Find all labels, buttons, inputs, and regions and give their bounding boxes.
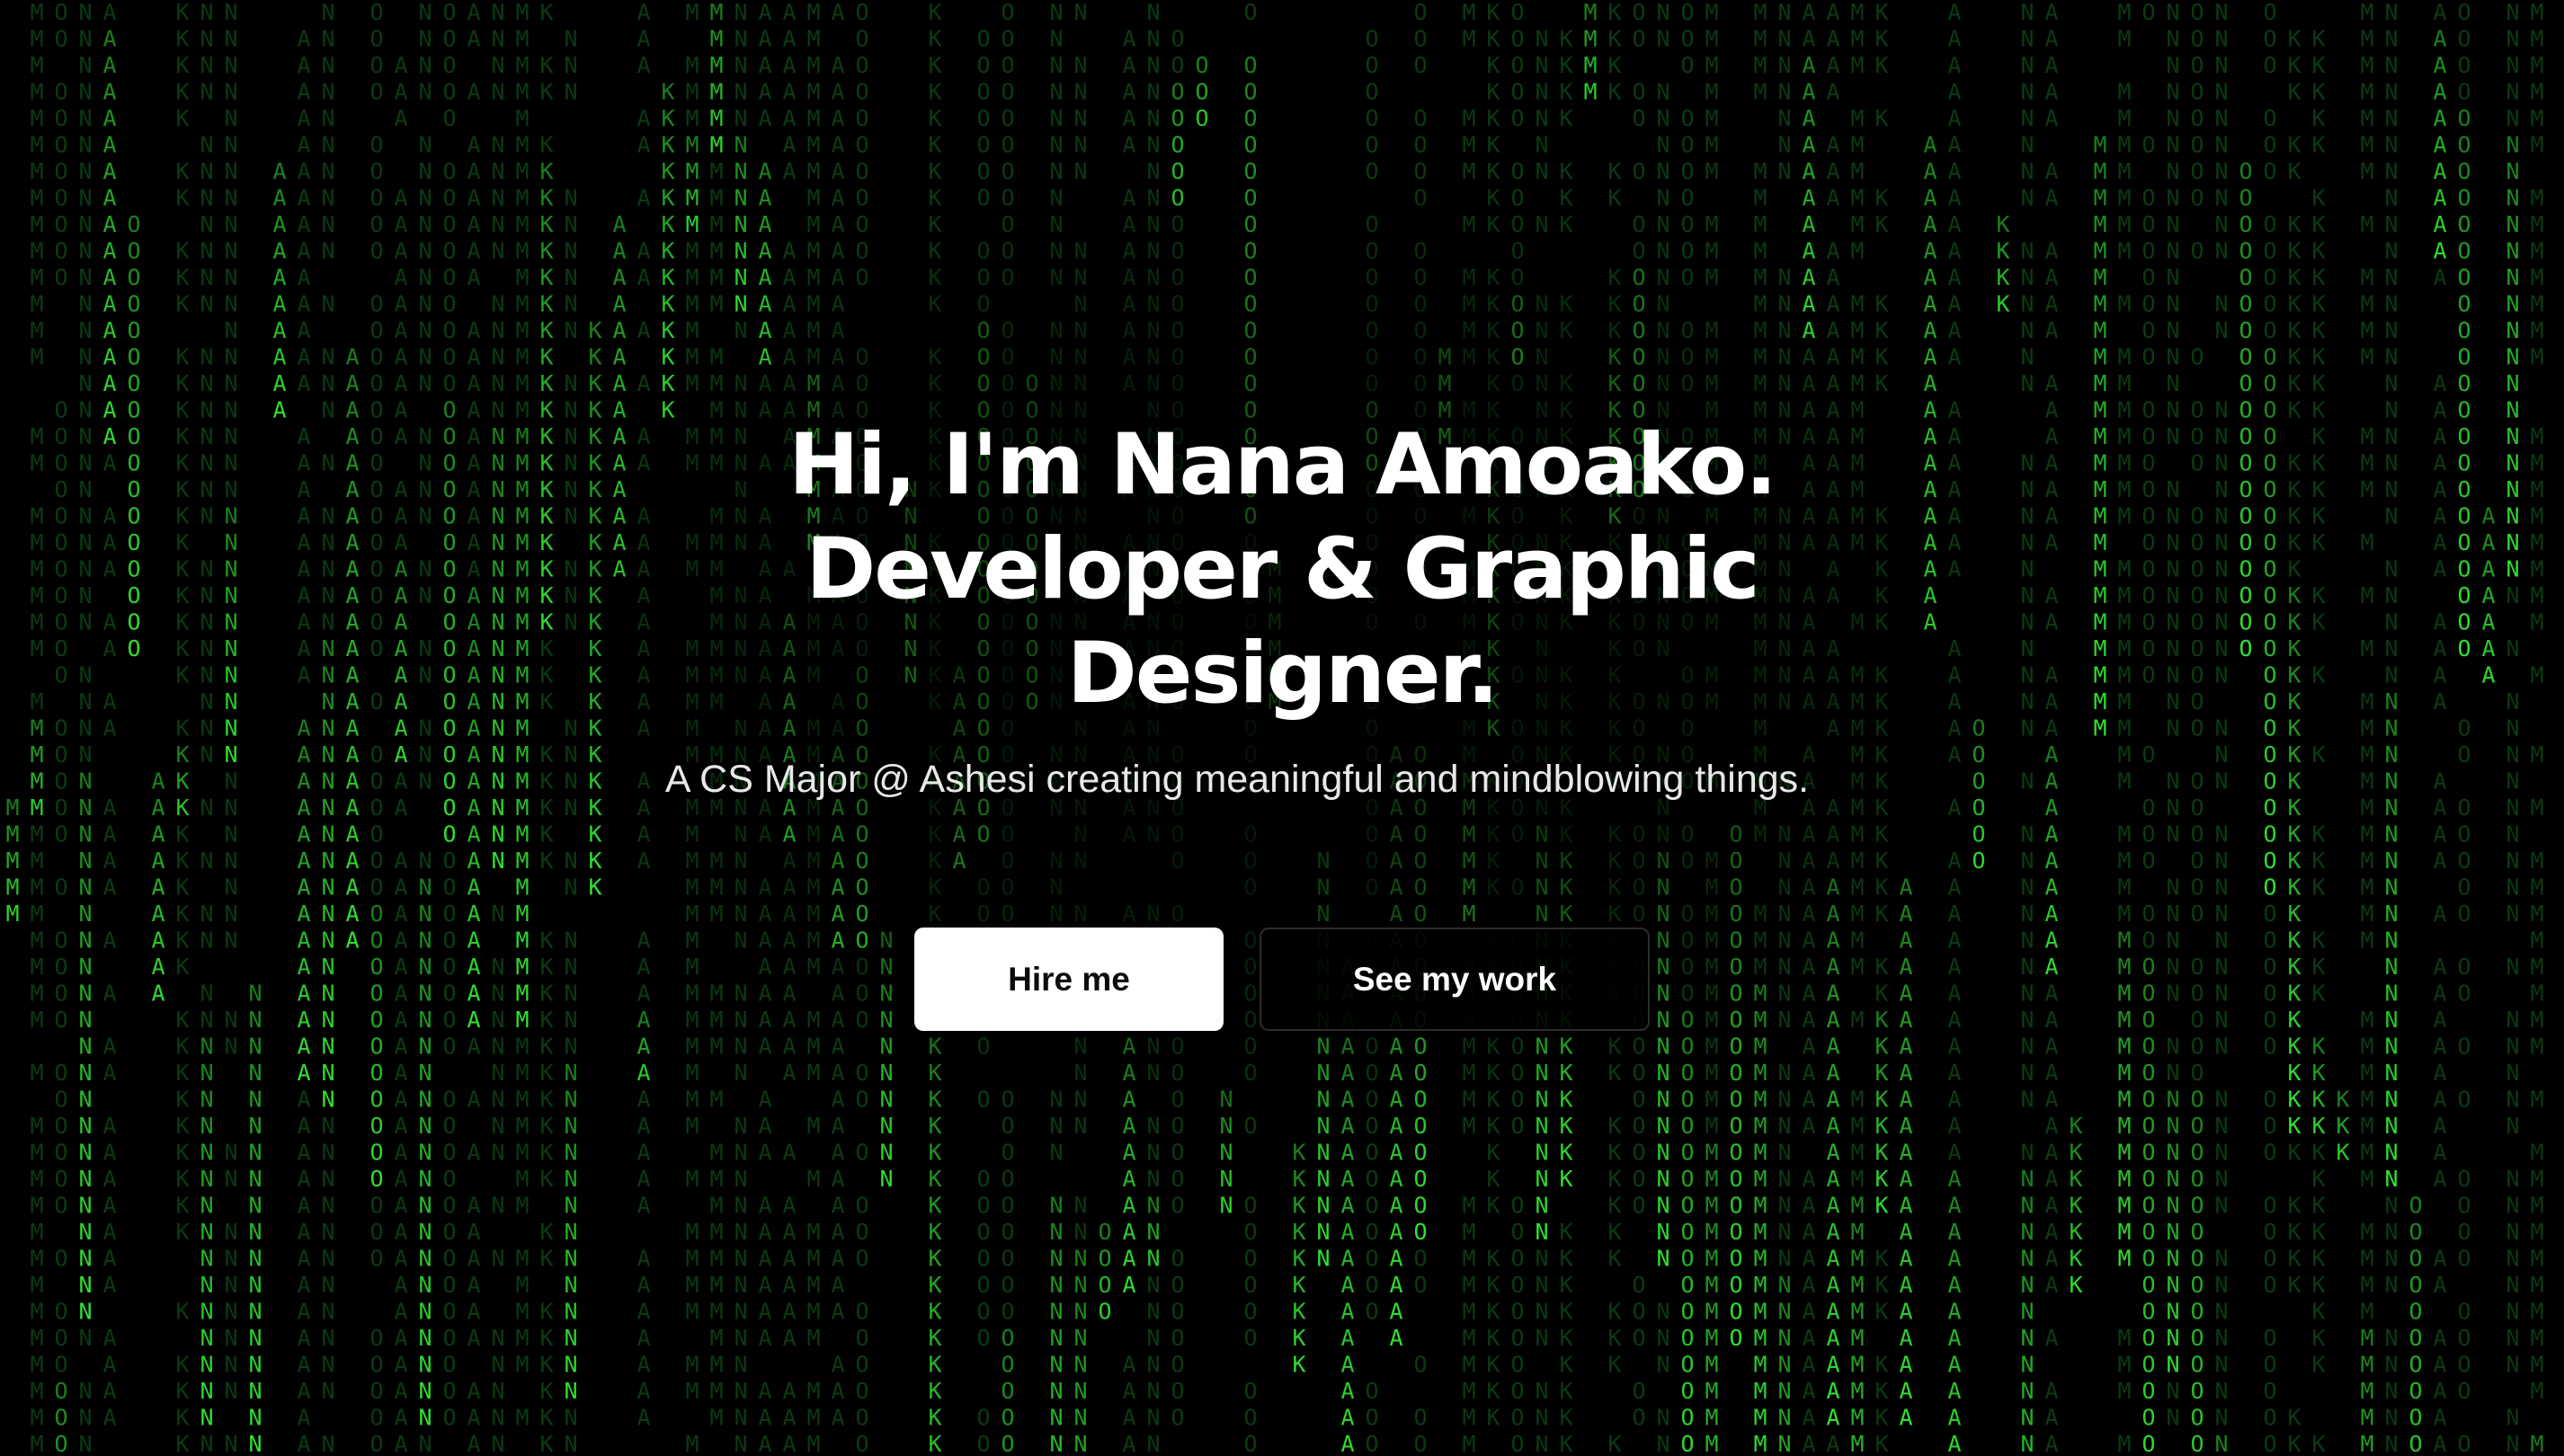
hero-subtitle: A CS Major @ Ashesi creating meaningful …: [664, 758, 1810, 801]
hero-headline: Hi, I'm Nana Amoako. Developer & Graphic…: [563, 413, 2001, 726]
headline-line-3: Designer.: [1066, 625, 1500, 723]
hero-content: Hi, I'm Nana Amoako. Developer & Graphic…: [0, 0, 2564, 1456]
hero-section: MMMMMMMMMMMMMMMMMMMMMMMMMMMMMMMMMMMMMMMM…: [0, 0, 2564, 1456]
headline-line-1: Hi, I'm Nana Amoako.: [788, 416, 1777, 514]
see-my-work-button[interactable]: See my work: [1260, 928, 1650, 1031]
hire-me-button[interactable]: Hire me: [914, 928, 1224, 1031]
headline-line-2: Developer & Graphic: [806, 520, 1760, 618]
